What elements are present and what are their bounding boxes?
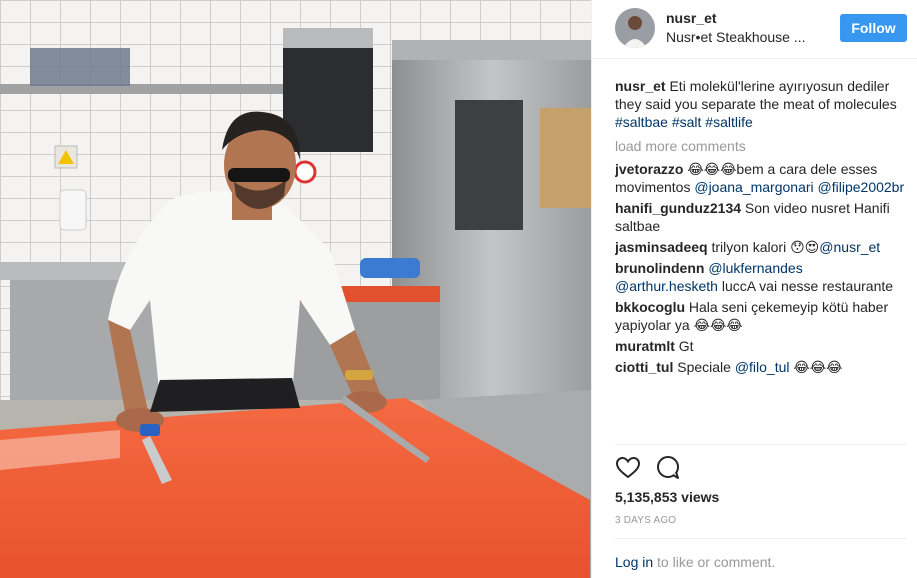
heart-icon[interactable] — [615, 455, 641, 481]
login-prompt-text: to like or comment. — [653, 554, 776, 570]
post-side-panel: nusr_et Nusr•et Steakhouse ... Follow nu… — [591, 0, 917, 578]
comment-text: 😂😂😂 — [789, 359, 843, 375]
comment-username[interactable]: muratmlt — [615, 338, 675, 354]
mention-link[interactable]: @filipe2002br — [818, 179, 905, 195]
comment-item: bkkocoglu Hala seni çekemeyip kötü haber… — [615, 298, 907, 334]
comment-username[interactable]: jvetorazzo — [615, 161, 683, 177]
instagram-post: nusr_et Nusr•et Steakhouse ... Follow nu… — [0, 0, 917, 578]
comment-rows: jvetorazzo 😂😂😂bem a cara dele esses movi… — [615, 160, 907, 376]
post-caption: nusr_et Eti molekül'lerine ayırıyosun de… — [615, 77, 907, 131]
divider — [615, 444, 907, 445]
comments-fade — [615, 426, 907, 440]
divider — [615, 538, 907, 539]
comment-bubble-icon[interactable] — [655, 455, 681, 481]
hashtag-link[interactable]: #saltbae — [615, 114, 668, 130]
header-username[interactable]: nusr_et — [666, 10, 717, 26]
comment-text: Gt — [678, 338, 694, 354]
mention-link[interactable]: @arthur.hesketh — [615, 278, 718, 294]
kitchen-photo — [0, 0, 591, 578]
mention-link[interactable]: @lukfernandes — [708, 260, 802, 276]
load-more-comments-link[interactable]: load more comments — [615, 137, 907, 155]
comment-item: brunolindenn @lukfernandes @arthur.heske… — [615, 259, 907, 295]
action-bar — [615, 455, 715, 483]
caption-hashtags: #saltbae #salt #saltlife — [615, 114, 753, 130]
mention-link[interactable]: @filo_tul — [735, 359, 790, 375]
avatar-photo-icon — [615, 8, 655, 48]
hashtag-link[interactable]: #saltlife — [705, 114, 752, 130]
hashtag-link[interactable]: #salt — [672, 114, 702, 130]
caption-username[interactable]: nusr_et — [615, 78, 666, 94]
comment-item: muratmlt Gt — [615, 337, 907, 355]
comment-text: Speciale — [677, 359, 735, 375]
post-header: nusr_et Nusr•et Steakhouse ... Follow — [592, 0, 917, 59]
comment-username[interactable]: ciotti_tul — [615, 359, 673, 375]
comment-item: jasminsadeeq trilyon kalori 😯😍@nusr_et — [615, 238, 907, 256]
header-location[interactable]: Nusr•et Steakhouse ... — [666, 29, 806, 45]
avatar[interactable] — [615, 8, 655, 48]
comment-username[interactable]: hanifi_gunduz2134 — [615, 200, 741, 216]
comment-username[interactable]: bkkocoglu — [615, 299, 685, 315]
post-photo[interactable] — [0, 0, 591, 578]
comment-text: trilyon kalori 😯😍 — [711, 239, 820, 255]
comment-text: luccA vai nesse restaurante — [717, 278, 894, 294]
mention-link[interactable]: @nusr_et — [819, 239, 880, 255]
comment-username[interactable]: jasminsadeeq — [615, 239, 708, 255]
login-prompt: Log in to like or comment. — [615, 554, 775, 570]
follow-button[interactable]: Follow — [840, 14, 907, 42]
comments-list: nusr_et Eti molekül'lerine ayırıyosun de… — [615, 77, 907, 440]
comment-username[interactable]: brunolindenn — [615, 260, 704, 276]
post-timestamp[interactable]: 3 DAYS AGO — [615, 515, 676, 526]
view-count[interactable]: 5,135,853 views — [615, 489, 719, 505]
comment-item: hanifi_gunduz2134 Son video nusret Hanif… — [615, 199, 907, 235]
comment-item: ciotti_tul Speciale @filo_tul 😂😂😂 — [615, 358, 907, 376]
comment-item: jvetorazzo 😂😂😂bem a cara dele esses movi… — [615, 160, 907, 196]
login-link[interactable]: Log in — [615, 554, 653, 570]
mention-link[interactable]: @joana_margonari — [694, 179, 813, 195]
